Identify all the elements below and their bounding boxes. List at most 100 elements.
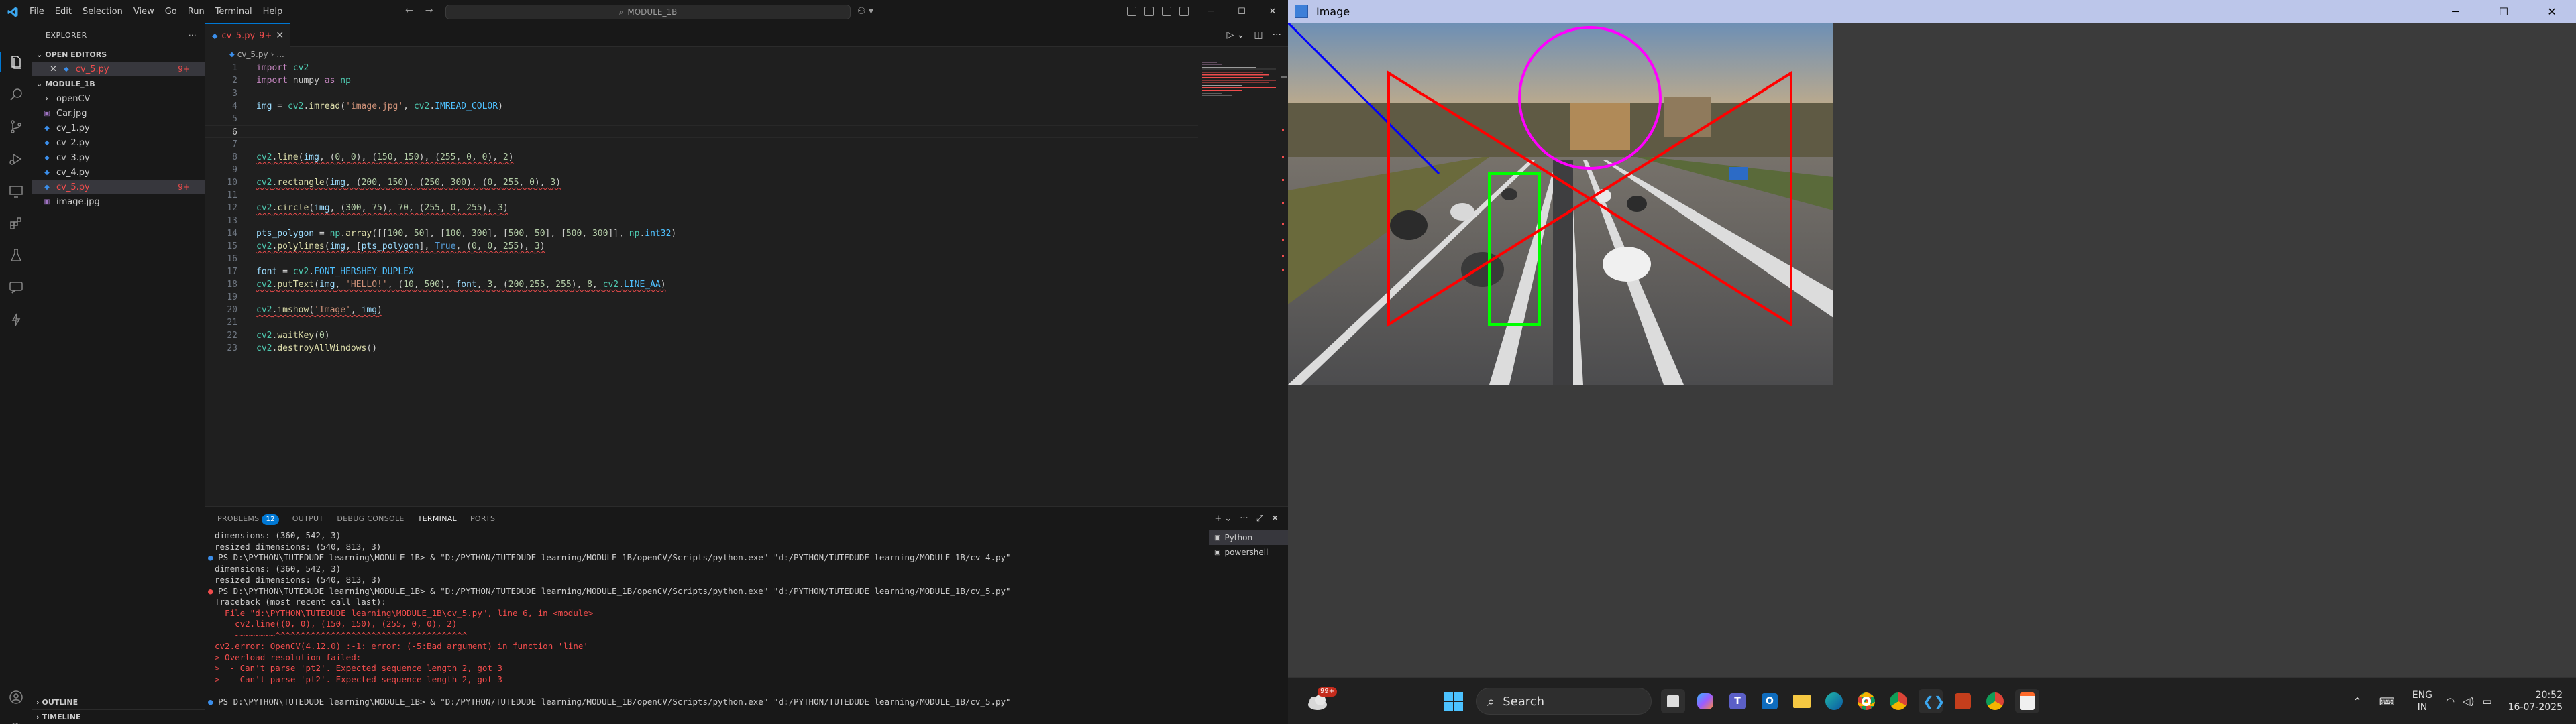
menu-file[interactable]: File bbox=[24, 0, 50, 23]
task-view-icon[interactable] bbox=[1661, 689, 1685, 713]
file-tree-item[interactable]: ▣ image.jpg bbox=[32, 194, 205, 209]
code-line[interactable]: 12 cv2.circle(img, (300, 75), 70, (255, 0… bbox=[205, 202, 1198, 215]
menu-run[interactable]: Run bbox=[182, 0, 210, 23]
outline-section[interactable]: › OUTLINE bbox=[32, 695, 205, 709]
code-line[interactable]: 3 bbox=[205, 87, 1198, 100]
code-line[interactable]: 10 cv2.rectangle(img, (200, 150), (250, 3… bbox=[205, 176, 1198, 189]
tab-problems[interactable]: PROBLEMS 12 bbox=[217, 507, 279, 530]
file-tree-item[interactable]: ◆ cv_1.py bbox=[32, 121, 205, 135]
code-line[interactable]: 13 bbox=[205, 215, 1198, 227]
edge-icon[interactable] bbox=[1822, 689, 1846, 713]
language-indicator[interactable]: ENG IN bbox=[2412, 689, 2432, 713]
code-line[interactable]: 23 cv2.destroyAllWindows() bbox=[205, 342, 1198, 355]
copilot-icon[interactable]: ⚇ ▾ bbox=[857, 6, 873, 17]
source-control-icon[interactable] bbox=[8, 119, 24, 135]
file-tree-item[interactable]: ◆ cv_4.py bbox=[32, 165, 205, 180]
extensions-icon[interactable] bbox=[8, 215, 24, 231]
forward-arrow-icon[interactable]: → bbox=[425, 5, 433, 16]
command-center[interactable]: ⌕ MODULE_1B bbox=[445, 5, 851, 19]
code-line[interactable]: 6 bbox=[205, 125, 1198, 138]
close-icon[interactable]: ✕ bbox=[276, 30, 284, 41]
menu-help[interactable]: Help bbox=[258, 0, 288, 23]
open-editors-section[interactable]: ⌄ OPEN EDITORS bbox=[32, 47, 205, 62]
toggle-secondary-sidebar-icon[interactable] bbox=[1162, 7, 1171, 16]
code-line[interactable]: 20 cv2.imshow('Image', img) bbox=[205, 304, 1198, 316]
settings-gear-icon[interactable] bbox=[8, 721, 24, 724]
chevron-up-icon[interactable]: ⌃ bbox=[2353, 695, 2361, 708]
code-line[interactable]: 17 font = cv2.FONT_HERSHEY_DUPLEX bbox=[205, 265, 1198, 278]
file-tree-item[interactable]: ◆ cv_3.py bbox=[32, 150, 205, 165]
tab-debug-console[interactable]: DEBUG CONSOLE bbox=[337, 507, 404, 530]
file-explorer-icon[interactable] bbox=[1790, 689, 1814, 713]
python-taskbar-icon[interactable] bbox=[2015, 689, 2039, 713]
windows-start-icon[interactable] bbox=[1444, 691, 1464, 711]
terminal-instance[interactable]: ▣ powershell bbox=[1209, 545, 1288, 560]
volume-icon[interactable]: ◁) bbox=[2463, 695, 2474, 707]
code-line[interactable]: 2 import numpy as np bbox=[205, 74, 1198, 87]
menu-view[interactable]: View bbox=[128, 0, 160, 23]
account-icon[interactable] bbox=[8, 689, 24, 705]
close-icon[interactable]: ✕ bbox=[50, 64, 57, 74]
back-arrow-icon[interactable]: ← bbox=[405, 5, 413, 16]
chat-icon[interactable] bbox=[8, 280, 24, 296]
chrome-profile-icon[interactable] bbox=[1886, 689, 1911, 713]
code-line[interactable]: 11 bbox=[205, 189, 1198, 202]
teams-icon[interactable]: T bbox=[1725, 689, 1750, 713]
chrome-profile-icon[interactable] bbox=[1983, 689, 2007, 713]
code-line[interactable]: 19 bbox=[205, 291, 1198, 304]
tab-cv5[interactable]: ◆ cv_5.py 9+ ✕ bbox=[205, 23, 291, 47]
vscode-taskbar-icon[interactable]: ❮❯ bbox=[1919, 689, 1945, 713]
terminal-instance[interactable]: ▣ Python bbox=[1209, 530, 1288, 545]
powerpoint-icon[interactable] bbox=[1951, 689, 1975, 713]
close-icon[interactable]: ✕ bbox=[1271, 514, 1279, 524]
minimap[interactable] bbox=[1202, 62, 1276, 115]
code-line[interactable]: 8 cv2.line(img, (0, 0), (150, 150), (255,… bbox=[205, 151, 1198, 164]
file-tree-item[interactable]: ◆ cv_2.py bbox=[32, 135, 205, 150]
code-line[interactable]: 14 pts_polygon = np.array([[100, 50], [10… bbox=[205, 227, 1198, 240]
new-terminal-icon[interactable]: + ⌄ bbox=[1214, 514, 1232, 524]
outlook-icon[interactable]: O bbox=[1758, 689, 1782, 713]
menu-terminal[interactable]: Terminal bbox=[210, 0, 258, 23]
more-actions-icon[interactable]: ··· bbox=[189, 31, 197, 40]
breadcrumb-more[interactable]: ... bbox=[276, 50, 284, 59]
copilot-icon[interactable] bbox=[1693, 689, 1717, 713]
folder-section[interactable]: ⌄ MODULE_1B bbox=[32, 76, 205, 91]
explorer-icon[interactable] bbox=[8, 54, 24, 70]
terminal-output[interactable]: dimensions: (360, 542, 3) resized dimensi… bbox=[208, 530, 1208, 724]
toggle-primary-sidebar-icon[interactable] bbox=[1127, 7, 1136, 16]
battery-icon[interactable]: ▭ bbox=[2482, 695, 2491, 707]
chrome-icon[interactable] bbox=[1854, 689, 1878, 713]
timeline-section[interactable]: › TIMELINE bbox=[32, 709, 205, 724]
close-button[interactable]: ✕ bbox=[1257, 0, 1288, 23]
minimize-button[interactable]: ─ bbox=[2431, 0, 2479, 23]
code-line[interactable]: 18 cv2.putText(img, 'HELLO!', (10, 500), … bbox=[205, 278, 1198, 291]
wifi-icon[interactable]: ◠ bbox=[2446, 695, 2455, 707]
code-line[interactable]: 9 bbox=[205, 164, 1198, 176]
search-icon[interactable] bbox=[8, 86, 24, 103]
weather-widget[interactable]: 99+ bbox=[1304, 687, 1338, 714]
code-line[interactable]: 5 bbox=[205, 113, 1198, 125]
maximize-button[interactable]: ☐ bbox=[1226, 0, 1257, 23]
split-editor-icon[interactable]: ◫ bbox=[1254, 29, 1263, 40]
open-editor-item[interactable]: ✕ ◆ cv_5.py 9+ bbox=[32, 62, 205, 76]
file-tree-item[interactable]: ◆ cv_5.py 9+ bbox=[32, 180, 205, 194]
taskbar-search[interactable]: ⌕ Search bbox=[1476, 688, 1652, 715]
code-line[interactable]: 4 img = cv2.imread('image.jpg', cv2.IMREA… bbox=[205, 100, 1198, 113]
file-tree-item[interactable]: › openCV bbox=[32, 91, 205, 106]
minimize-button[interactable]: ─ bbox=[1195, 0, 1226, 23]
menu-go[interactable]: Go bbox=[160, 0, 182, 23]
run-debug-icon[interactable] bbox=[8, 151, 24, 167]
breadcrumb-file[interactable]: cv_5.py bbox=[237, 50, 268, 59]
clock[interactable]: 20:52 16-07-2025 bbox=[2508, 689, 2563, 713]
more-actions-icon[interactable]: ··· bbox=[1273, 29, 1281, 40]
code-line[interactable]: 21 bbox=[205, 316, 1198, 329]
menu-selection[interactable]: Selection bbox=[77, 0, 128, 23]
toggle-panel-icon[interactable] bbox=[1144, 7, 1154, 16]
code-line[interactable]: 15 cv2.polylines(img, [pts_polygon], True… bbox=[205, 240, 1198, 253]
tab-terminal[interactable]: TERMINAL bbox=[417, 507, 457, 530]
code-line[interactable]: 16 bbox=[205, 253, 1198, 265]
more-actions-icon[interactable]: ··· bbox=[1240, 514, 1248, 524]
maximize-panel-icon[interactable]: ⤢ bbox=[1256, 514, 1263, 524]
tab-ports[interactable]: PORTS bbox=[470, 507, 495, 530]
code-line[interactable]: 1 import cv2 bbox=[205, 62, 1198, 74]
